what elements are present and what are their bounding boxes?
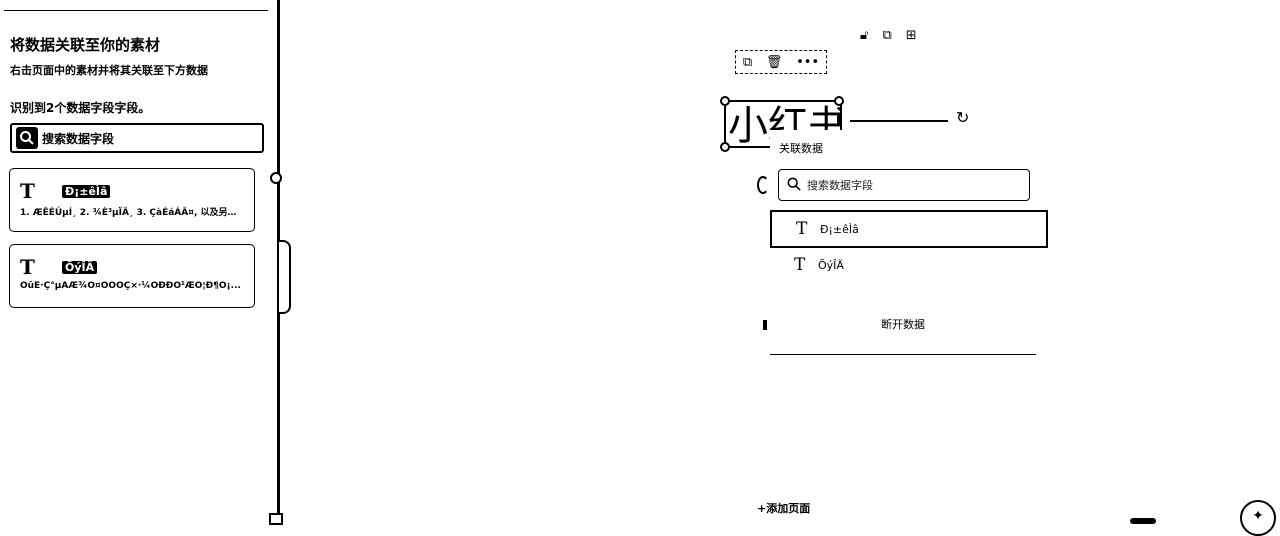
- partial-mark: [763, 320, 767, 330]
- add-page-button[interactable]: +添加页面: [757, 500, 810, 516]
- field-name: Ð¡±êÌâ: [62, 184, 111, 198]
- data-field-card[interactable]: T ÕýÎÄ ÕûÊ·Ç°µÄÆ¾Ö¤ÒÔÔÇ×·¼ÓÐÐÕ¹ÆÓ¦Ð¶Ô¡..…: [9, 244, 255, 308]
- data-field-card[interactable]: T Ð¡±êÌâ 1. ÆÊÉÚµÍ¸ 2. ¾È³µÏÂ¸ 3. ÇàÉáÁÂ…: [9, 168, 255, 232]
- dropdown-bottom-border: [770, 354, 1036, 355]
- field-search-placeholder: 搜索数据字段: [42, 131, 115, 146]
- duplicate-page-icon[interactable]: ⧉: [882, 28, 891, 43]
- dropdown-title: 关联数据: [779, 142, 823, 155]
- scrollbar-end[interactable]: [269, 513, 283, 525]
- resize-handle[interactable]: [720, 96, 730, 106]
- copy-icon[interactable]: ⧉: [743, 55, 752, 70]
- lock-icon[interactable]: 🔓︎: [860, 28, 868, 43]
- text-type-icon: T: [796, 219, 808, 239]
- text-underline: [850, 120, 948, 122]
- panel-title: 将数据关联至你的素材: [10, 36, 161, 54]
- dropdown-search-placeholder: 搜索数据字段: [807, 179, 873, 192]
- option-label: Ð¡±êÌâ: [820, 222, 859, 236]
- panel-subtitle: 右击页面中的素材并将其关联至下方数据: [10, 64, 208, 77]
- field-search-input[interactable]: 搜索数据字段: [10, 123, 264, 153]
- search-icon: [787, 176, 801, 195]
- partial-circle-shape: [757, 176, 769, 194]
- option-label: ÕýÎÄ: [818, 258, 844, 272]
- scroll-indicator[interactable]: [270, 172, 282, 184]
- dropdown-search-input[interactable]: 搜索数据字段: [778, 169, 1030, 201]
- page-tools: 🔓︎ ⧉ ⊞: [860, 28, 917, 43]
- link-data-dropdown: 关联数据 搜索数据字段 T Ð¡±êÌâ T ÕýÎÄ 断开数据: [770, 130, 1048, 356]
- rotate-icon[interactable]: ↻: [956, 108, 969, 127]
- more-icon[interactable]: •••: [796, 55, 819, 70]
- selection-toolbar: ⧉ 🗑︎ •••: [735, 50, 827, 74]
- add-page-icon[interactable]: ⊞: [906, 28, 917, 43]
- field-count-text: 识别到2个数据字段字段。: [10, 101, 151, 115]
- text-type-icon: T: [794, 255, 806, 275]
- resize-handle[interactable]: [720, 142, 730, 152]
- delete-icon[interactable]: 🗑︎: [766, 55, 783, 70]
- field-description: 1. ÆÊÉÚµÍ¸ 2. ¾È³µÏÂ¸ 3. ÇàÉáÁÂ¤, 以及另外..…: [20, 208, 244, 218]
- magic-assistant-icon[interactable]: ✦: [1240, 500, 1276, 536]
- page-indicator: [1130, 518, 1156, 524]
- text-type-icon: T: [20, 255, 35, 279]
- field-description: ÕûÊ·Ç°µÄÆ¾Ö¤ÒÔÔÇ×·¼ÓÐÐÕ¹ÆÓ¦Ð¶Ô¡...: [20, 281, 241, 291]
- dropdown-field-option[interactable]: T ÕýÎÄ: [770, 246, 1048, 284]
- search-icon: [16, 127, 38, 149]
- text-type-icon: T: [20, 179, 35, 203]
- resize-handle[interactable]: [834, 96, 844, 106]
- panel-top-divider: [4, 10, 268, 11]
- dropdown-field-option[interactable]: T Ð¡±êÌâ: [770, 210, 1048, 248]
- field-name: ÕýÎÄ: [62, 260, 98, 274]
- collapse-panel-handle[interactable]: [279, 240, 291, 314]
- disconnect-data-button[interactable]: 断开数据: [770, 316, 1036, 332]
